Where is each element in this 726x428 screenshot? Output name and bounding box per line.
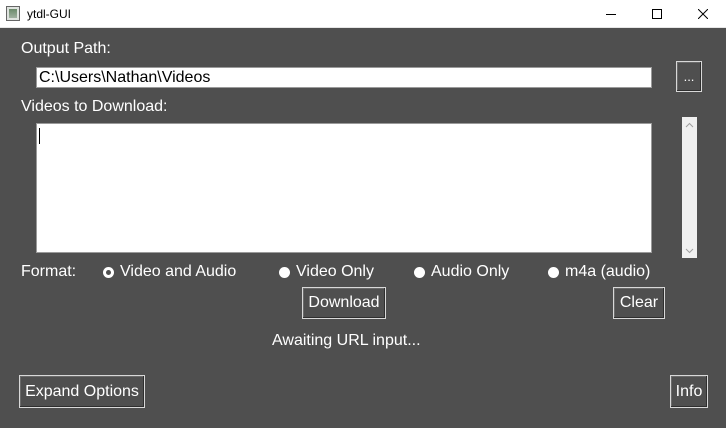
browse-button[interactable]: ... xyxy=(676,61,702,92)
minimize-button[interactable] xyxy=(588,0,634,27)
format-option-video-only[interactable]: Video Only xyxy=(279,262,374,282)
title-bar: ytdl-GUI xyxy=(0,0,726,28)
videos-scrollbar[interactable] xyxy=(682,117,697,258)
videos-label: Videos to Download: xyxy=(21,98,168,115)
close-icon xyxy=(698,8,708,19)
format-option-m4a[interactable]: m4a (audio) xyxy=(548,262,650,282)
text-caret xyxy=(39,128,40,144)
window-title: ytdl-GUI xyxy=(27,7,72,21)
app-icon xyxy=(6,6,20,21)
minimize-icon xyxy=(606,13,616,15)
videos-textarea[interactable] xyxy=(36,123,652,253)
status-text: Awaiting URL input... xyxy=(272,332,421,349)
format-option-label: m4a (audio) xyxy=(565,263,651,280)
radio-icon xyxy=(414,266,425,278)
scroll-up-button[interactable] xyxy=(682,117,697,132)
chevron-down-icon xyxy=(685,248,694,253)
expand-options-button[interactable]: Expand Options xyxy=(19,375,145,408)
scroll-down-button[interactable] xyxy=(682,243,697,258)
format-option-label: Video and Audio xyxy=(120,263,237,280)
close-button[interactable] xyxy=(680,0,726,27)
radio-selected-icon xyxy=(103,266,114,278)
format-option-video-and-audio[interactable]: Video and Audio xyxy=(103,262,236,282)
format-option-audio-only[interactable]: Audio Only xyxy=(414,262,509,282)
format-option-label: Video Only xyxy=(296,263,374,280)
download-button[interactable]: Download xyxy=(302,287,386,319)
format-label: Format: xyxy=(21,263,77,280)
maximize-icon xyxy=(652,8,662,19)
chevron-up-icon xyxy=(685,122,694,127)
format-option-label: Audio Only xyxy=(431,263,510,280)
output-path-label: Output Path: xyxy=(21,40,111,57)
radio-icon xyxy=(279,266,290,278)
clear-button[interactable]: Clear xyxy=(613,287,665,319)
radio-icon xyxy=(548,266,559,278)
output-path-input[interactable]: C:\Users\Nathan\Videos xyxy=(36,67,652,88)
info-button[interactable]: Info xyxy=(670,375,708,408)
maximize-button[interactable] xyxy=(634,0,680,27)
